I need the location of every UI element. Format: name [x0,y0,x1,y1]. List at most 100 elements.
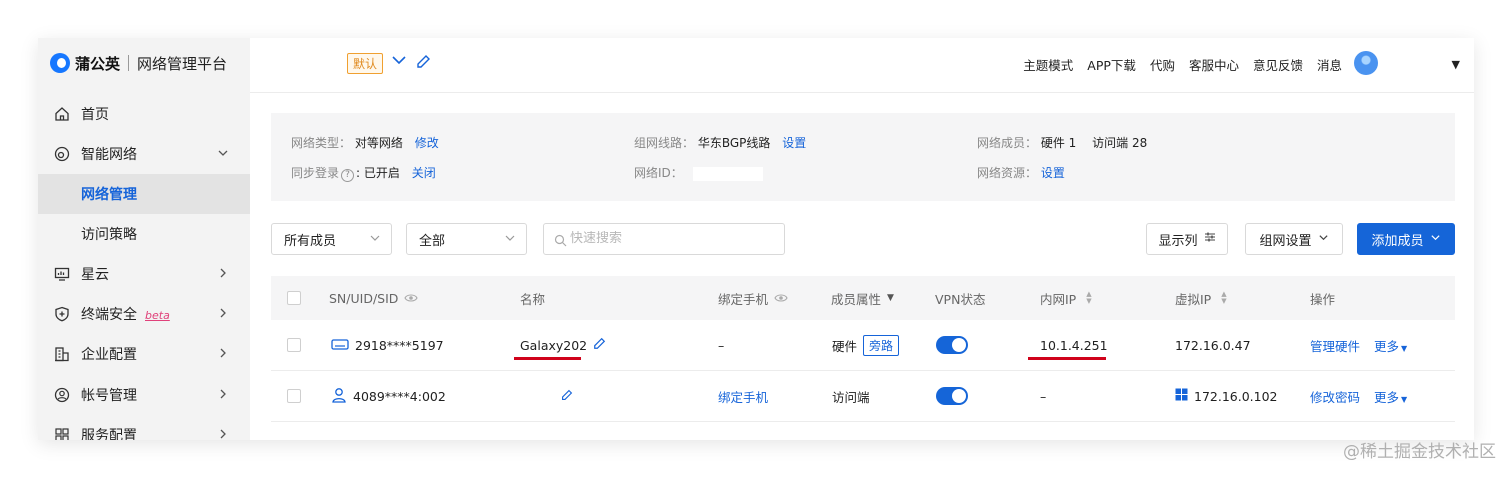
header-link-purchase[interactable]: 代购 [1150,55,1175,74]
more-actions-dropdown[interactable]: 更多 ▼ [1374,336,1407,355]
network-id-redacted [692,166,763,181]
col-actions: 操作 [1310,291,1336,307]
sidebar: 蒲公英 网络管理平台 首页 智能网络 网络管理 访问策略 星云 终端安全 bet… [38,38,250,440]
edit-network-pencil-icon[interactable] [416,54,431,73]
sidebar-item-label: 访问策略 [81,227,137,243]
header-link-messages[interactable]: 消息 [1317,55,1342,74]
filter-caret-icon: ▼ [887,293,894,303]
sidebar-item-label: 首页 [81,107,109,123]
search-input[interactable] [570,231,770,246]
sidebar-item-home[interactable]: 首页 [38,94,250,134]
header-link-app-download[interactable]: APP下载 [1087,55,1136,74]
sidebar-item-access-policy[interactable]: 访问策略 [38,214,250,254]
col-virtual-ip[interactable]: 虚拟IP ▲ ▼ [1175,276,1227,320]
sidebar-item-label: 星云 [81,267,109,283]
brand-divider [128,55,130,71]
sidebar-item-smart-network[interactable]: 智能网络 [38,134,250,174]
member-type-cell: 访问端 [832,389,870,405]
eye-icon[interactable] [404,291,419,306]
quick-search[interactable] [543,223,785,255]
sidebar-item-account-management[interactable]: 帐号管理 [38,375,250,415]
sidebar-item-label: 服务配置 [81,428,137,440]
sidebar-item-network-management[interactable]: 网络管理 [38,174,250,214]
select-all-checkbox[interactable] [287,276,301,320]
search-icon [554,232,567,251]
chevron-down-icon [1318,232,1329,247]
col-phone: 绑定手机 [718,276,788,320]
row-checkbox[interactable] [287,320,301,370]
network-line: 组网线路： 华东BGP线路 设置 [634,136,807,150]
sidebar-item-label: 智能网络 [81,147,137,163]
name-cell: Galaxy202 [520,320,606,370]
more-actions-dropdown[interactable]: 更多 ▼ [1374,387,1407,406]
manage-hardware-link[interactable]: 管理硬件 [1310,336,1360,355]
beta-badge: beta [145,309,170,322]
brand-name: 蒲公英 [75,54,121,73]
caret-down-icon[interactable]: ▼ [1452,58,1460,71]
sliders-icon [1204,231,1216,247]
eye-icon[interactable] [774,291,788,306]
lan-ip-highlight-underline [1028,357,1106,360]
bypass-tag: 旁路 [863,334,900,356]
col-sn: SN/UID/SID [329,276,419,320]
table-row: 2918****5197 Galaxy202 – 硬件 旁路 10.1.4.25… [271,320,1455,371]
vpn-toggle-cell [936,320,968,370]
col-lan-ip[interactable]: 内网IP ▲ ▼ [1040,276,1092,320]
sort-icon: ▲ ▼ [1086,290,1092,305]
chevron-right-icon [218,347,228,361]
watermark: @稀土掘金技术社区 [1343,442,1496,462]
user-icon [331,387,347,406]
user-circle-icon [53,386,71,404]
sidebar-item-service-config[interactable]: 服务配置 [38,415,250,440]
vpn-toggle[interactable] [936,387,968,405]
router-icon [331,337,349,354]
edit-name-pencil-icon[interactable] [593,337,606,353]
bind-phone-link[interactable]: 绑定手机 [718,371,768,421]
col-member-type[interactable]: 成员属性 ▼ [831,276,894,320]
member-filter-select[interactable]: 所有成员 [271,223,392,255]
sn-cell: 2918****5197 [331,320,444,370]
row-checkbox[interactable] [287,371,301,421]
sn-cell: 4089****4:002 [331,371,446,421]
network-members: 网络成员： 硬件 1 访问端 28 [977,136,1148,150]
caret-down-icon: ▼ [1401,394,1408,404]
avatar[interactable] [1354,51,1378,75]
sidebar-item-endpoint-security[interactable]: 终端安全 beta [38,294,250,334]
chevron-down-icon [369,232,381,248]
network-settings-button[interactable]: 组网设置 [1245,223,1343,255]
header-link-support[interactable]: 客服中心 [1189,55,1239,74]
set-network-resources-link[interactable]: 设置 [1041,166,1065,180]
table-header: SN/UID/SID 名称 绑定手机 成员属性 ▼ VPN状态 内网IP ▲▼ [271,276,1455,320]
set-network-line-link[interactable]: 设置 [782,136,806,150]
scope-filter-select[interactable]: 全部 [406,223,527,255]
network-default-tag[interactable]: 默认 [347,53,384,74]
network-info-panel: 网络类型： 对等网络 修改 同步登录?: 已开启 关闭 组网线路： 华东BGP线… [271,113,1455,201]
shield-icon [53,305,71,323]
vpn-toggle[interactable] [936,336,968,354]
sidebar-item-label: 帐号管理 [81,388,137,404]
chevron-right-icon [218,307,228,321]
change-password-link[interactable]: 修改密码 [1310,387,1360,406]
brand[interactable]: 蒲公英 网络管理平台 [50,52,227,74]
col-name: 名称 [520,291,546,307]
display-columns-button[interactable]: 显示列 [1146,223,1228,255]
sidebar-item-enterprise-config[interactable]: 企业配置 [38,334,250,374]
sidebar-item-label: 终端安全 beta [81,307,170,323]
col-vpn-status: VPN状态 [935,291,986,307]
help-icon[interactable]: ? [341,169,355,182]
modify-network-type-link[interactable]: 修改 [415,136,439,150]
header-link-feedback[interactable]: 意见反馈 [1253,55,1303,74]
disable-sync-login-link[interactable]: 关闭 [412,166,436,180]
network-icon [53,145,71,163]
grid-icon [53,426,71,440]
add-member-button[interactable]: 添加成员 [1357,223,1455,255]
header-link-theme[interactable]: 主题模式 [1023,55,1073,74]
network-switch-chevron-icon[interactable] [391,52,407,72]
building-icon [53,345,71,363]
monitor-icon [53,265,71,283]
sidebar-item-nebula[interactable]: 星云 [38,254,250,294]
edit-name-pencil-icon[interactable] [561,389,573,404]
virtual-ip-cell: 172.16.0.102 [1175,371,1278,421]
chevron-right-icon [218,267,228,281]
sync-login: 同步登录?: 已开启 关闭 [291,166,436,182]
